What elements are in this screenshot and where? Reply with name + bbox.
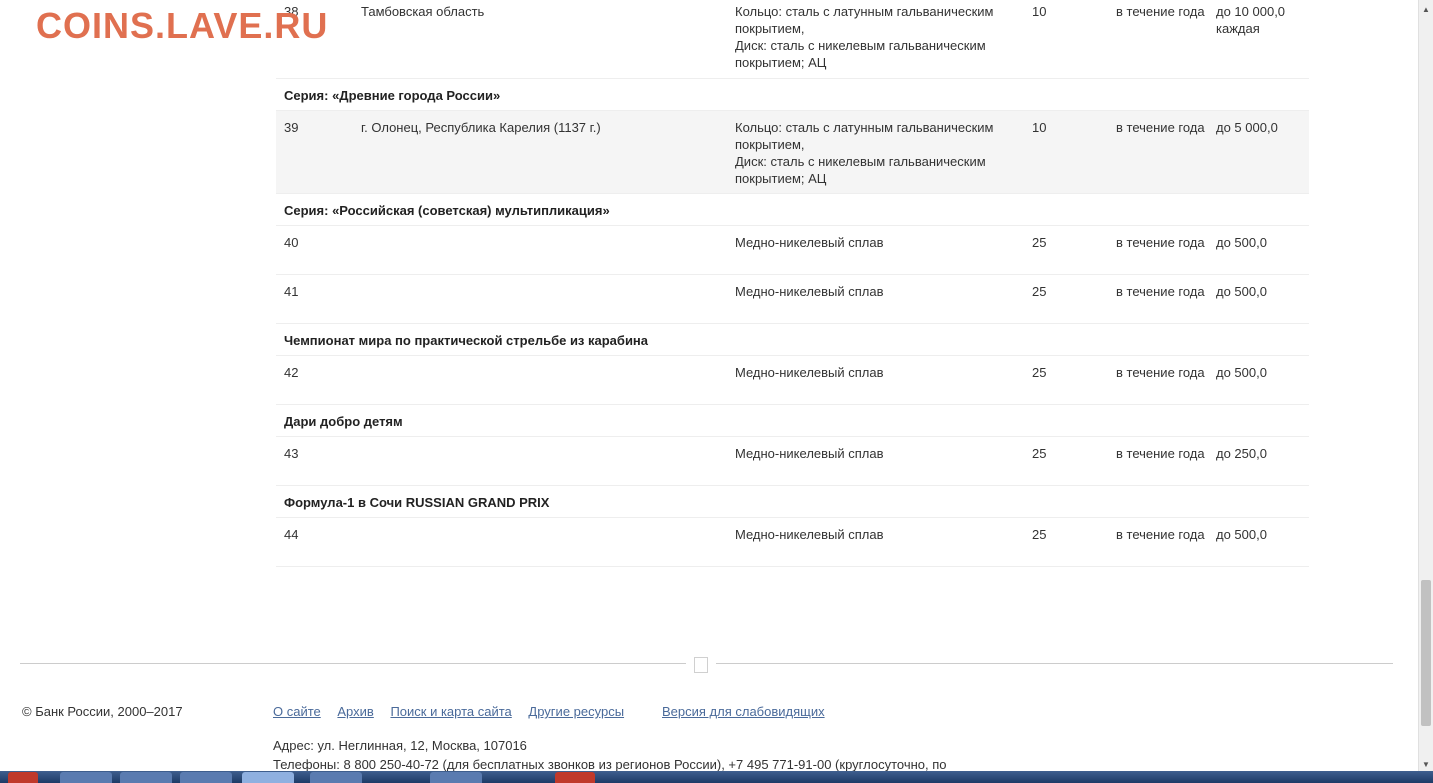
scroll-up-arrow-icon[interactable]: ▲ xyxy=(1422,5,1430,14)
start-button-icon[interactable] xyxy=(8,772,38,783)
coin-number: 41 xyxy=(284,284,299,299)
coin-material: Медно-никелевый сплав xyxy=(735,446,884,461)
series-title: Чемпионат мира по практической стрельбе … xyxy=(284,333,649,348)
table-row: 42 Медно-никелевый сплав 25 в течение года д… xyxy=(276,356,1309,405)
series-heading-row: Формула-1 в Сочи RUSSIAN GRAND PRIX xyxy=(276,486,1309,518)
page-scrollbar[interactable]: ▲ ▼ xyxy=(1418,0,1433,783)
coin-mintage: до 10 000,0 каждая xyxy=(1216,4,1286,36)
coin-number: 43 xyxy=(284,446,299,461)
footer-link-archive[interactable]: Архив xyxy=(337,704,373,719)
coin-mintage: до 500,0 xyxy=(1216,365,1267,380)
coin-number: 40 xyxy=(284,235,299,250)
coin-mintage: до 500,0 xyxy=(1216,284,1267,299)
series-title: Дари добро детям xyxy=(284,414,403,429)
footer-address: Адрес: ул. Неглинная, 12, Москва, 107016 xyxy=(273,738,527,753)
series-heading-row: Серия: «Российская (советская) мультипли… xyxy=(276,194,1309,226)
coin-number: 42 xyxy=(284,365,299,380)
taskbar-app-6[interactable] xyxy=(555,772,595,783)
coin-mintage: до 500,0 xyxy=(1216,527,1267,542)
footer-divider-icon xyxy=(694,657,708,673)
coin-issue-term: в течение года xyxy=(1116,235,1205,250)
footer-divider-right xyxy=(716,663,1393,664)
taskbar-app-active[interactable] xyxy=(242,772,294,783)
coin-denomination: 10 xyxy=(1032,120,1047,135)
footer-link-about[interactable]: О сайте xyxy=(273,704,321,719)
coin-mintage: до 5 000,0 xyxy=(1216,120,1278,135)
coin-name: Тамбовская область xyxy=(361,4,485,19)
coin-denomination: 10 xyxy=(1032,4,1047,19)
table-row: 39 г. Олонец, Республика Карелия (1137 г.… xyxy=(276,111,1309,194)
coin-material: Кольцо: сталь с латунным гальваническим … xyxy=(735,4,994,70)
coin-issue-term: в течение года xyxy=(1116,365,1205,380)
table-row: 38 Тамбовская область Кольцо: сталь с лату… xyxy=(276,0,1309,79)
taskbar-app-2[interactable] xyxy=(120,772,172,783)
scroll-thumb[interactable] xyxy=(1421,580,1431,726)
footer-copyright: © Банк России, 2000–2017 xyxy=(22,704,183,719)
taskbar-app-1[interactable] xyxy=(60,772,112,783)
coin-material: Медно-никелевый сплав xyxy=(735,527,884,542)
series-heading-row: Чемпионат мира по практической стрельбе … xyxy=(276,324,1309,356)
coin-denomination: 25 xyxy=(1032,284,1047,299)
taskbar-app-3[interactable] xyxy=(180,772,232,783)
series-heading-row: Серия: «Древние города России» xyxy=(276,79,1309,111)
series-title: Серия: «Российская (советская) мультипли… xyxy=(284,203,610,218)
table-row: 40 Медно-никелевый сплав 25 в течение года д… xyxy=(276,226,1309,275)
coin-material: Медно-никелевый сплав xyxy=(735,235,884,250)
footer-link-search-sitemap[interactable]: Поиск и карта сайта xyxy=(390,704,511,719)
coin-material: Кольцо: сталь с латунным гальваническим … xyxy=(735,120,994,186)
taskbar-app-5[interactable] xyxy=(430,772,482,783)
coin-mintage: до 250,0 xyxy=(1216,446,1267,461)
table-row: 41 Медно-никелевый сплав 25 в течение года д… xyxy=(276,275,1309,324)
series-title: Серия: «Древние города России» xyxy=(284,88,501,103)
table-row: 44 Медно-никелевый сплав 25 в течение года д… xyxy=(276,518,1309,567)
coin-mintage: до 500,0 xyxy=(1216,235,1267,250)
table-row: 43 Медно-никелевый сплав 25 в течение года д… xyxy=(276,437,1309,486)
coin-issue-term: в течение года xyxy=(1116,120,1205,135)
coin-issue-term: в течение года xyxy=(1116,527,1205,542)
footer-links: О сайте Архив Поиск и карта сайта Другие… xyxy=(273,704,637,719)
coin-denomination: 25 xyxy=(1032,365,1047,380)
windows-taskbar xyxy=(0,771,1433,783)
coin-material: Медно-никелевый сплав xyxy=(735,284,884,299)
scroll-down-arrow-icon[interactable]: ▼ xyxy=(1422,760,1430,769)
series-heading-row: Дари добро детям xyxy=(276,405,1309,437)
footer-link-other-resources[interactable]: Другие ресурсы xyxy=(528,704,624,719)
footer-phones: Телефоны: 8 800 250-40-72 (для бесплатны… xyxy=(273,757,947,772)
coin-issue-term: в течение года xyxy=(1116,446,1205,461)
coin-denomination: 25 xyxy=(1032,446,1047,461)
coin-material: Медно-никелевый сплав xyxy=(735,365,884,380)
site-watermark: COINS.LAVE.RU xyxy=(36,5,329,46)
coin-name: г. Олонец, Республика Карелия (1137 г.) xyxy=(361,120,601,135)
coin-denomination: 25 xyxy=(1032,235,1047,250)
coin-number: 44 xyxy=(284,527,299,542)
footer-divider-left xyxy=(20,663,686,664)
coin-issue-term: в течение года xyxy=(1116,4,1205,19)
coin-number: 39 xyxy=(284,120,299,135)
series-title: Формула-1 в Сочи RUSSIAN GRAND PRIX xyxy=(284,495,550,510)
coin-denomination: 25 xyxy=(1032,527,1047,542)
footer-link-accessibility[interactable]: Версия для слабовидящих xyxy=(662,704,825,719)
coin-issue-term: в течение года xyxy=(1116,284,1205,299)
taskbar-app-4[interactable] xyxy=(310,772,362,783)
